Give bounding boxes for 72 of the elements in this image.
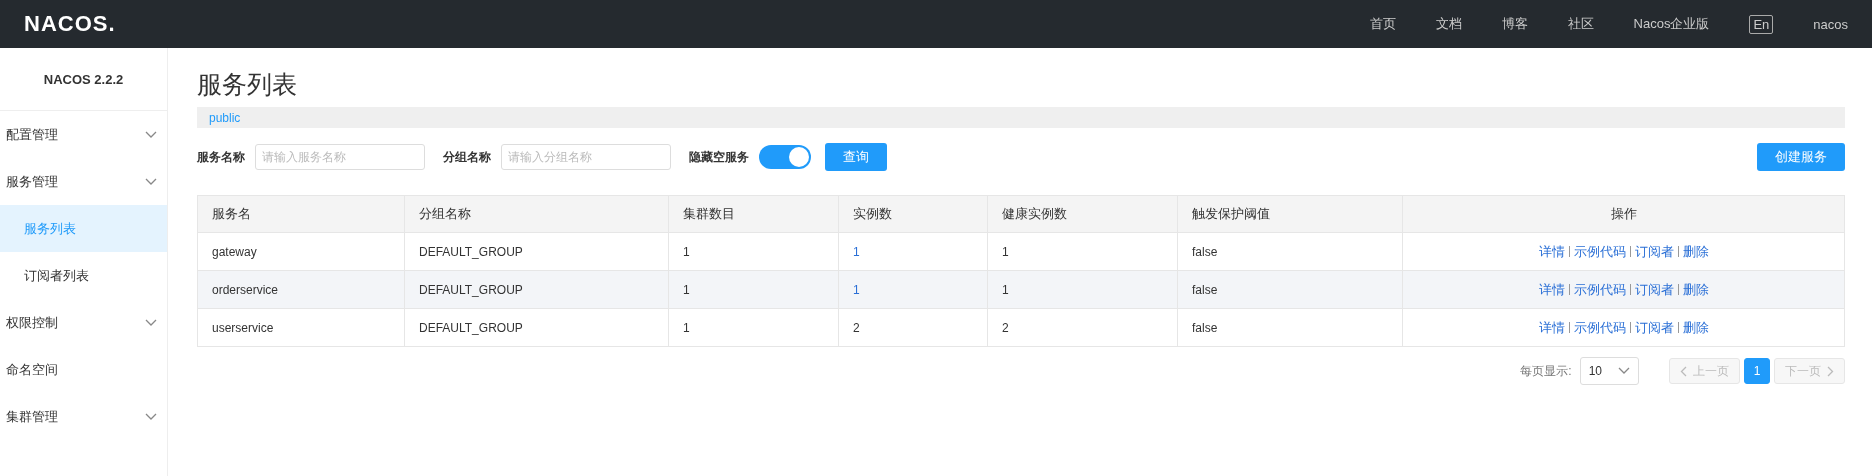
nav-link[interactable]: Nacos企业版 xyxy=(1633,15,1710,33)
chevron-down-icon xyxy=(145,177,157,186)
chevron-down-icon xyxy=(1618,367,1630,375)
nav-link[interactable]: 博客 xyxy=(1501,15,1528,33)
menu-item[interactable]: 集群管理 xyxy=(0,393,167,440)
menu-item[interactable]: 服务管理 xyxy=(0,158,167,205)
table-cell: gateway xyxy=(197,232,405,271)
page-size-select[interactable]: 10 xyxy=(1579,357,1639,385)
table-cell: DEFAULT_GROUP xyxy=(404,270,669,309)
input-field[interactable]: 请输入分组名称 xyxy=(501,144,671,170)
nav-link[interactable]: 社区 xyxy=(1567,15,1594,33)
submenu-item[interactable]: 订阅者列表 xyxy=(0,252,167,299)
page-button[interactable]: 1 xyxy=(1744,358,1770,384)
table-cell: 1 xyxy=(668,308,839,347)
chevron-left-icon xyxy=(1680,365,1687,377)
table-cell: DEFAULT_GROUP xyxy=(404,308,669,347)
instance-count-link[interactable]: 1 xyxy=(853,282,860,297)
table-cell: orderservice xyxy=(197,270,405,309)
field-label: 服务名称 xyxy=(197,148,245,166)
table-cell: DEFAULT_GROUP xyxy=(404,232,669,271)
column-header: 服务名 xyxy=(197,195,405,233)
column-header: 集群数目 xyxy=(668,195,839,233)
field-label: 分组名称 xyxy=(443,148,491,166)
toggle-switch[interactable] xyxy=(759,145,811,169)
table-cell: 1 xyxy=(668,270,839,309)
version-label: NACOS 2.2.2 xyxy=(0,48,167,111)
action-link[interactable]: 详情 xyxy=(1538,318,1565,337)
action-link[interactable]: 删除 xyxy=(1682,280,1709,299)
table-cell: false xyxy=(1177,308,1403,347)
nav-link[interactable]: 文档 xyxy=(1435,15,1462,33)
column-header: 实例数 xyxy=(838,195,988,233)
chevron-down-icon xyxy=(145,318,157,327)
action-link[interactable]: 示例代码 xyxy=(1573,318,1626,337)
action-link[interactable]: 删除 xyxy=(1682,242,1709,261)
query-button[interactable]: 查询 xyxy=(825,143,887,171)
instance-count-link[interactable]: 1 xyxy=(853,244,860,259)
create-button[interactable]: 创建服务 xyxy=(1757,143,1845,171)
chevron-down-icon xyxy=(145,130,157,139)
menu-item[interactable]: 配置管理 xyxy=(0,111,167,158)
table-cell: userservice xyxy=(197,308,405,347)
nav-link[interactable]: 首页 xyxy=(1369,15,1396,33)
logo[interactable]: NACOS. xyxy=(24,11,116,37)
nav-link[interactable]: nacos xyxy=(1813,16,1848,32)
input-field[interactable]: 请输入服务名称 xyxy=(255,144,425,170)
table-cell: false xyxy=(1177,270,1403,309)
action-link[interactable]: 订阅者 xyxy=(1634,318,1674,337)
table-cell: 2 xyxy=(838,308,988,347)
table-cell: false xyxy=(1177,232,1403,271)
table-cell: 1 xyxy=(668,232,839,271)
language-button[interactable]: En xyxy=(1749,14,1774,34)
action-link[interactable]: 订阅者 xyxy=(1634,280,1674,299)
page-title: 服务列表 xyxy=(197,69,298,100)
column-header: 健康实例数 xyxy=(987,195,1178,233)
chevron-right-icon xyxy=(1827,365,1834,377)
chevron-down-icon xyxy=(145,412,157,421)
column-header: 分组名称 xyxy=(404,195,669,233)
menu-item[interactable]: 权限控制 xyxy=(0,299,167,346)
submenu-item[interactable]: 服务列表 xyxy=(0,205,167,252)
column-header: 操作 xyxy=(1402,195,1845,233)
action-link[interactable]: 删除 xyxy=(1682,318,1709,337)
action-link[interactable]: 示例代码 xyxy=(1573,242,1626,261)
action-link[interactable]: 示例代码 xyxy=(1573,280,1626,299)
column-header: 触发保护阈值 xyxy=(1177,195,1403,233)
page-size-label: 每页显示: xyxy=(1520,362,1572,380)
table-cell: 1 xyxy=(987,270,1178,309)
toggle-label: 隐藏空服务 xyxy=(689,148,749,166)
table-cell: 1 xyxy=(987,232,1178,271)
action-link[interactable]: 详情 xyxy=(1538,242,1565,261)
action-link[interactable]: 订阅者 xyxy=(1634,242,1674,261)
table-cell: 2 xyxy=(987,308,1178,347)
action-link[interactable]: 详情 xyxy=(1538,280,1565,299)
menu-item[interactable]: 命名空间 xyxy=(0,346,167,393)
